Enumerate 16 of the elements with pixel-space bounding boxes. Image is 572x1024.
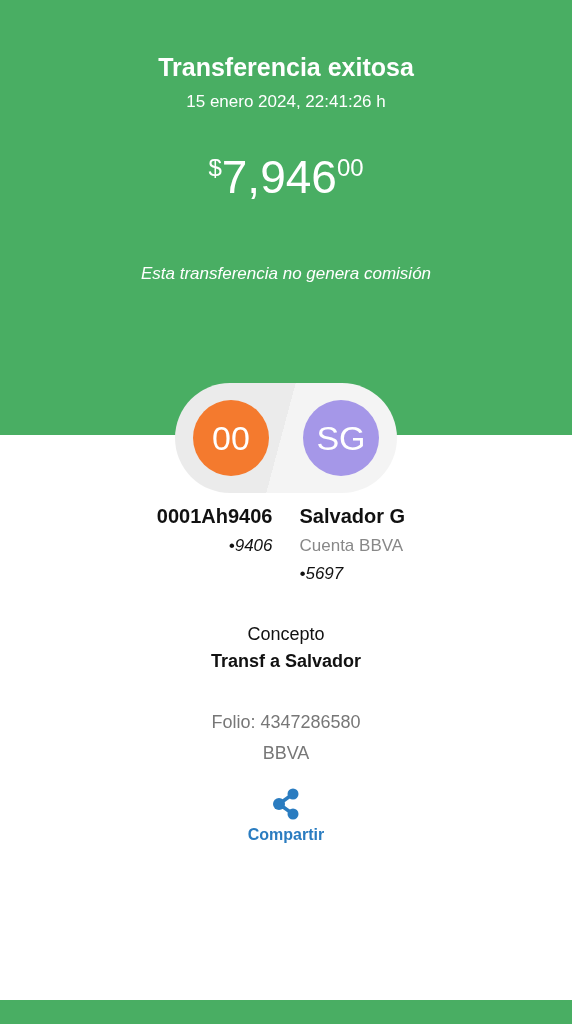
- folio-text: Folio: 4347286580: [211, 712, 361, 733]
- concept-label: Concepto: [247, 624, 325, 645]
- bank-text: BBVA: [262, 743, 310, 764]
- share-button[interactable]: Compartir: [247, 826, 325, 844]
- account-number: •9406: [228, 536, 273, 556]
- share-icon[interactable]: [272, 788, 300, 820]
- account-name: 0001Ah9406: [156, 505, 273, 528]
- avatar: 00: [193, 400, 269, 476]
- commission-note: Esta transferencia no genera comisión: [140, 264, 432, 284]
- account-number: •5697: [299, 564, 344, 584]
- avatar: SG: [303, 400, 379, 476]
- account-name: Salvador G: [299, 505, 406, 528]
- concept-value: Transf a Salvador: [210, 651, 362, 672]
- bank-label: Cuenta BBVA: [299, 536, 404, 556]
- title: Transferencia exitosa: [158, 53, 414, 82]
- date-text: 15 enero 2024, 22:41:26 h: [186, 92, 386, 112]
